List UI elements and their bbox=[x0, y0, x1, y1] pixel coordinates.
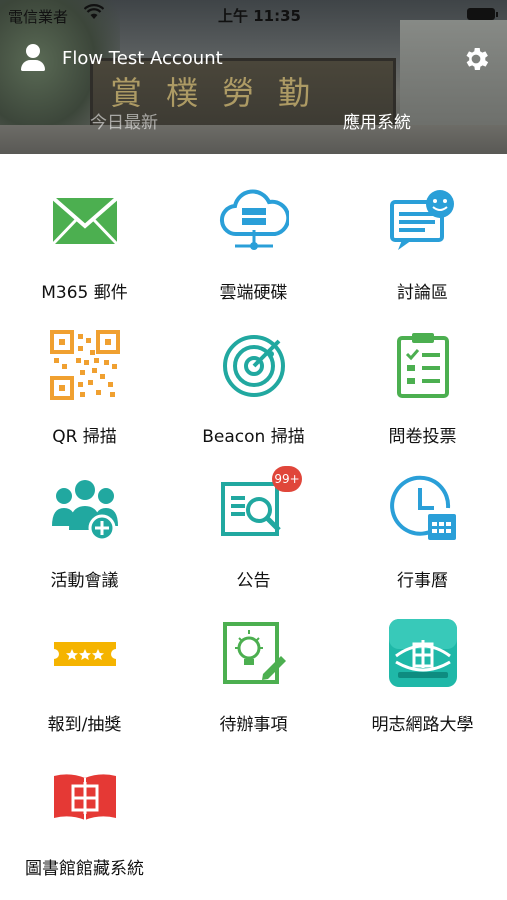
tab-today[interactable]: 今日最新 bbox=[90, 108, 158, 133]
app-announcement[interactable]: 公告 bbox=[169, 442, 338, 591]
cloud-server-icon bbox=[219, 186, 290, 256]
app-mingchi-online[interactable]: 明志網路大學 bbox=[338, 586, 507, 735]
app-survey[interactable]: 問卷投票 bbox=[338, 298, 507, 447]
app-label: 圖書館館藏系統 bbox=[25, 859, 144, 879]
clipboard-checklist-icon bbox=[388, 330, 458, 400]
radar-icon bbox=[219, 330, 289, 400]
app-calendar[interactable]: 行事曆 bbox=[338, 442, 507, 591]
tab-apps[interactable]: 應用系統 bbox=[343, 108, 411, 133]
mail-icon bbox=[50, 186, 120, 256]
account-info[interactable]: Flow Test Account bbox=[18, 44, 223, 72]
app-beacon-scan[interactable]: Beacon 掃描 bbox=[169, 298, 338, 447]
app-label: 待辦事項 bbox=[219, 715, 288, 735]
app-qr-scan[interactable]: QR 掃描 bbox=[0, 298, 169, 447]
ticket-icon bbox=[50, 618, 120, 688]
app-checkin-lottery[interactable]: 報到/抽獎 bbox=[0, 586, 169, 735]
library-book-icon bbox=[50, 762, 120, 832]
app-library[interactable]: 圖書館館藏系統 bbox=[0, 730, 169, 879]
clock: 上午 11:35 bbox=[218, 7, 301, 25]
app-todo[interactable]: 待辦事項 bbox=[169, 586, 338, 735]
wifi-icon bbox=[83, 4, 105, 24]
app-m365-mail[interactable]: M365 郵件 bbox=[0, 154, 169, 303]
battery-icon bbox=[467, 8, 498, 20]
app-label: 明志網路大學 bbox=[371, 715, 474, 735]
qr-code-icon bbox=[49, 330, 120, 400]
account-name: Flow Test Account bbox=[62, 47, 223, 69]
chat-bubble-icon bbox=[388, 186, 458, 256]
user-icon bbox=[18, 44, 48, 72]
notification-badge: 99+ bbox=[272, 466, 302, 492]
people-group-icon bbox=[50, 474, 120, 544]
app-cloud-drive[interactable]: 雲端硬碟 bbox=[169, 154, 338, 303]
gear-icon[interactable] bbox=[461, 44, 491, 74]
clock-calendar-icon bbox=[388, 474, 458, 544]
app-events-meetings[interactable]: 活動會議 bbox=[0, 442, 169, 591]
tab-bar: 今日最新 應用系統 bbox=[0, 108, 507, 138]
app-forum[interactable]: 討論區 bbox=[338, 154, 507, 303]
header: 賞樸勞勤 電信業者 上午 11:35 Flow Test Account 今日最… bbox=[0, 0, 507, 154]
idea-note-icon bbox=[219, 618, 289, 688]
mingchi-online-logo bbox=[388, 618, 458, 688]
status-bar: 電信業者 上午 11:35 bbox=[0, 0, 507, 30]
carrier-label: 電信業者 bbox=[8, 8, 69, 26]
